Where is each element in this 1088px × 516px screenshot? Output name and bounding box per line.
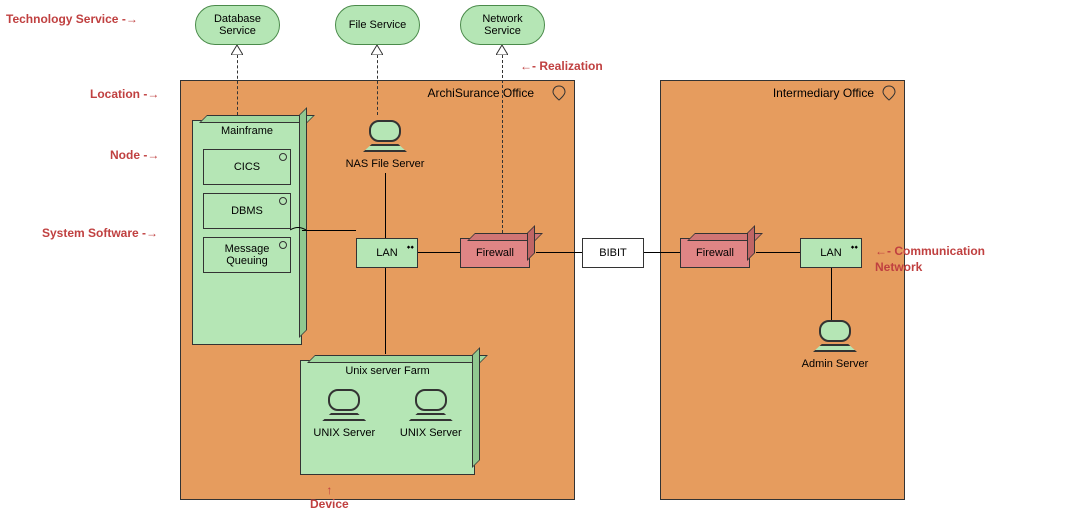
location-intermediary: Intermediary Office (660, 80, 905, 500)
annotation-system-software: System Software -→ (42, 226, 158, 240)
connector-line (644, 252, 680, 253)
software-label: Message Queuing (204, 243, 290, 267)
system-software-dbms: DBMS (203, 193, 291, 229)
device-admin: Admin Server (795, 320, 875, 370)
bibit-label: BIBIT (599, 247, 627, 259)
technology-service-file: File Service (335, 5, 420, 45)
dashed-arrow-up-icon: ↑ (310, 483, 349, 497)
annotation-technology-service: Technology Service -→ (6, 12, 138, 26)
connector-line (536, 252, 582, 253)
location-label: Intermediary Office (773, 86, 874, 100)
dashed-arrow-icon: -→ (143, 87, 159, 101)
circle-icon (279, 241, 287, 249)
system-software-cics: CICS (203, 149, 291, 185)
annotation-node: Node -→ (110, 148, 159, 162)
network-lan-left: LAN ⬩⬩ (356, 238, 418, 268)
software-label: DBMS (231, 205, 263, 217)
annotation-location: Location -→ (90, 87, 159, 101)
lan-label: LAN (820, 247, 841, 259)
device-label: UNIX Server (400, 427, 462, 439)
realization-line (377, 55, 378, 115)
device-label: Admin Server (802, 358, 869, 370)
device-icon (409, 389, 453, 421)
triangle-icon (231, 45, 243, 55)
system-software-mq: Message Queuing (203, 237, 291, 273)
firewall-left: Firewall (460, 238, 530, 268)
triangle-icon (496, 45, 508, 55)
software-label: CICS (234, 161, 260, 173)
node-unix-farm: Unix server Farm UNIX Server UNIX Server (300, 360, 475, 475)
circle-icon (279, 197, 287, 205)
firewall-label: Firewall (476, 247, 514, 259)
connector-line (756, 252, 800, 253)
node-title: Unix server Farm (301, 361, 474, 381)
service-label: Network Service (465, 13, 540, 37)
connector-line (385, 268, 386, 354)
connector-line (302, 230, 356, 231)
realization-line (502, 55, 503, 233)
annotation-device: ↑ Device (310, 497, 349, 511)
device-icon (813, 320, 857, 352)
connector-line (418, 252, 460, 253)
realization-line (237, 55, 238, 115)
triangle-icon (371, 45, 383, 55)
firewall-right: Firewall (680, 238, 750, 268)
pin-icon (552, 85, 566, 101)
network-lan-right: LAN ⬩⬩ (800, 238, 862, 268)
firewall-label: Firewall (696, 247, 734, 259)
location-icon (882, 85, 896, 104)
connector-line (385, 173, 386, 238)
service-label: File Service (349, 19, 406, 31)
node-title: Mainframe (193, 121, 301, 141)
location-icon (552, 85, 566, 104)
location-label: ArchiSurance Office (428, 86, 535, 100)
network-icon: ⬩⬩ (851, 242, 858, 253)
service-label: Database Service (200, 13, 275, 37)
lan-label: LAN (376, 247, 397, 259)
technology-service-database: Database Service (195, 5, 280, 45)
annotation-comm-network: ←- Communication Network (875, 244, 1025, 275)
network-bibit: BIBIT (582, 238, 644, 268)
device-nas: NAS File Server (345, 120, 425, 170)
node-mainframe: Mainframe CICS DBMS Message Queuing (192, 120, 302, 345)
technology-service-network: Network Service (460, 5, 545, 45)
dashed-arrow-icon: ←- (520, 59, 539, 73)
device-icon (322, 389, 366, 421)
annotation-realization: ←- Realization (520, 59, 603, 73)
dashed-arrow-icon: -→ (142, 226, 158, 240)
dashed-arrow-icon: -→ (122, 12, 138, 26)
device-label: UNIX Server (313, 427, 375, 439)
device-label: NAS File Server (346, 158, 425, 170)
pin-icon (882, 85, 896, 101)
dashed-arrow-icon: -→ (143, 148, 159, 162)
circle-icon (279, 153, 287, 161)
curve-line (290, 225, 306, 235)
network-icon: ⬩⬩ (407, 242, 414, 253)
connector-line (831, 268, 832, 320)
device-icon (363, 120, 407, 152)
dashed-arrow-icon: ←- (875, 244, 894, 258)
device-unix-2: UNIX Server (396, 389, 466, 439)
device-unix-1: UNIX Server (309, 389, 379, 439)
